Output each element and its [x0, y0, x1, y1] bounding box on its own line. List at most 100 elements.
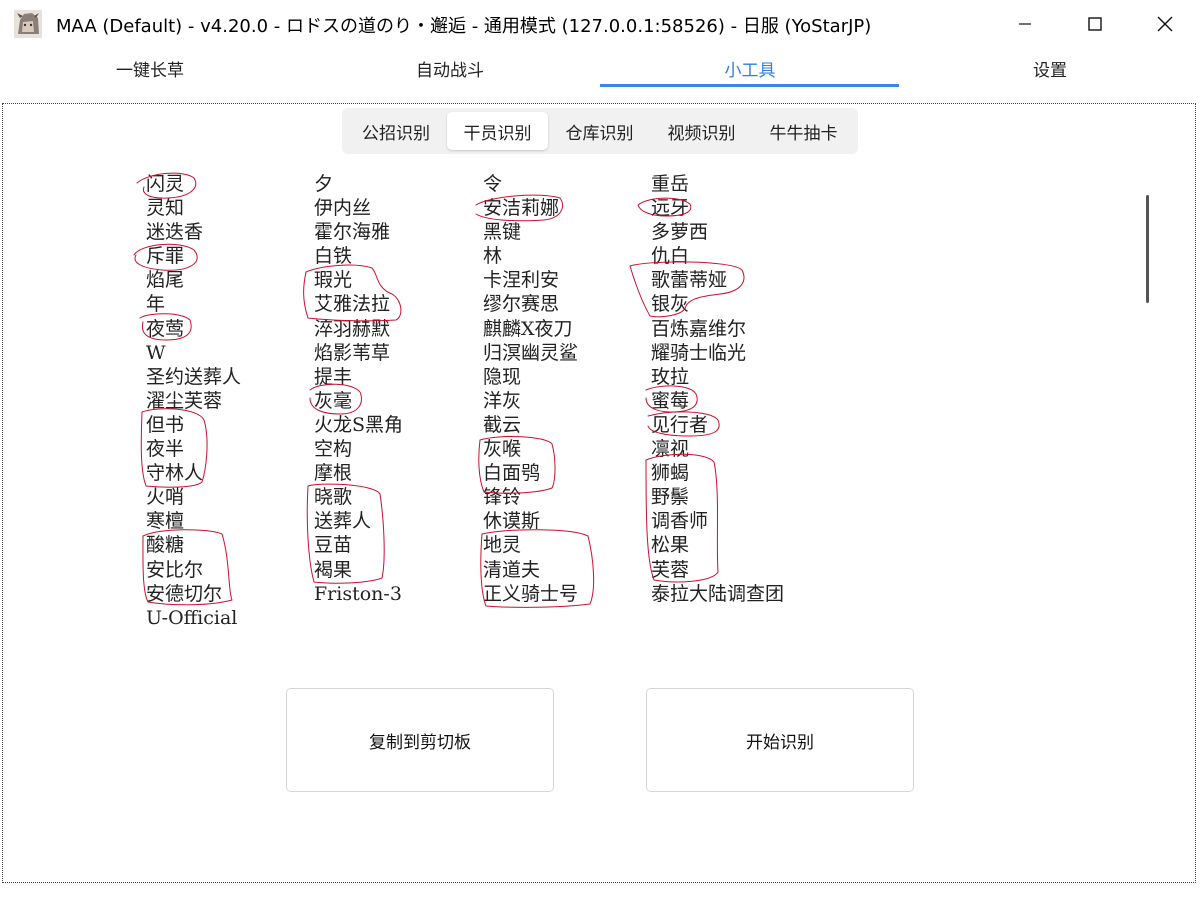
subtab-gacha[interactable]: 牛牛抽卡	[753, 112, 854, 150]
maximize-button[interactable]	[1060, 0, 1130, 48]
operator-column-1: 闪灵 灵知 迷迭香 斥罪 焰尾 年 夜莺 W 圣约送葬人 濯尘芙蓉 但书 夜半 …	[146, 172, 241, 630]
operator-name: 火龙S黑角	[314, 413, 404, 436]
tab-auto-battle[interactable]: 自动战斗	[300, 48, 600, 88]
operator-name: 斥罪	[146, 245, 185, 268]
operator-name: 安德切尔	[146, 582, 223, 605]
operator-name: 隐现	[483, 365, 522, 388]
operator-name: 黑键	[483, 221, 522, 244]
operator-name: 安比尔	[146, 558, 204, 581]
operator-name: 酸糖	[146, 534, 185, 557]
active-tab-indicator	[600, 84, 899, 87]
operator-name: 年	[146, 293, 166, 316]
operator-name: 归溟幽灵鲨	[483, 341, 579, 364]
operator-name: 重岳	[651, 173, 690, 195]
operator-name: 闪灵	[146, 173, 185, 195]
operator-name: 蜜莓	[651, 389, 690, 412]
operator-name: Friston-3	[314, 582, 402, 605]
operator-name: 火哨	[146, 486, 185, 509]
operator-name: 截云	[483, 413, 522, 436]
operator-name: 林	[483, 245, 503, 268]
operator-name: 瑕光	[314, 269, 353, 292]
operator-name: 濯尘芙蓉	[146, 389, 223, 412]
operator-name: 仇白	[651, 245, 690, 268]
operator-name: 晓歌	[314, 486, 353, 509]
operator-name: 缪尔赛思	[483, 293, 560, 316]
operator-column-2: 夕 伊内丝 霍尔海雅 白铁 瑕光 艾雅法拉 淬羽赫默 焰影苇草 提丰 灰毫 火龙…	[314, 172, 403, 606]
operator-name: 白铁	[314, 245, 353, 268]
tab-settings[interactable]: 设置	[900, 48, 1200, 88]
operator-name: 玫拉	[651, 365, 690, 388]
copy-to-clipboard-button[interactable]: 复制到剪切板	[286, 688, 554, 792]
operator-name: W	[146, 341, 166, 364]
start-recognition-button[interactable]: 开始识别	[646, 688, 914, 792]
operator-name: 夜莺	[146, 317, 185, 340]
subtab-video[interactable]: 视频识别	[651, 112, 752, 150]
operator-name: 锋铃	[483, 486, 522, 509]
operator-name: 狮蝎	[651, 462, 690, 485]
operator-name: 夜半	[146, 438, 185, 461]
operator-name: 凛视	[651, 438, 690, 461]
operator-name: 迷迭香	[146, 221, 204, 244]
operator-name: 霍尔海雅	[314, 221, 391, 244]
operator-name: 调香师	[651, 510, 709, 533]
operator-name: 正义骑士号	[483, 582, 579, 605]
operator-name: 麒麟X夜刀	[483, 317, 573, 340]
window-title: MAA (Default) - v4.20.0 - ロドスの道のり・邂逅 - 通…	[56, 16, 872, 37]
minimize-icon	[1019, 23, 1031, 25]
operator-name: 空构	[314, 438, 353, 461]
operator-name: U-Official	[146, 606, 238, 629]
operator-name: 令	[483, 173, 503, 195]
operator-name: 摩根	[314, 462, 353, 485]
minimize-button[interactable]	[990, 0, 1060, 48]
operator-name: 但书	[146, 413, 185, 436]
operator-name: 歌蕾蒂娅	[651, 269, 728, 292]
subtab-operator[interactable]: 干员识别	[447, 112, 548, 150]
operator-name: 远牙	[651, 197, 690, 220]
operator-name: 提丰	[314, 365, 353, 388]
operator-name: 守林人	[146, 462, 204, 485]
subtab-depot[interactable]: 仓库识别	[549, 112, 650, 150]
operator-name: 寒檀	[146, 510, 185, 533]
operator-name: 松果	[651, 534, 690, 557]
operator-name: 褐果	[314, 558, 353, 581]
operator-name: 焰影苇草	[314, 341, 391, 364]
title-bar: MAA (Default) - v4.20.0 - ロドスの道のり・邂逅 - 通…	[0, 0, 1200, 48]
operator-name: 泰拉大陆调查团	[651, 582, 785, 605]
operator-name: 地灵	[483, 534, 522, 557]
operator-name: 淬羽赫默	[314, 317, 391, 340]
tab-tools[interactable]: 小工具	[600, 48, 900, 88]
maximize-icon	[1088, 17, 1102, 31]
operator-name: 豆苗	[314, 534, 353, 557]
subtab-recruit[interactable]: 公招识别	[346, 112, 446, 150]
operator-name: 送葬人	[314, 510, 372, 533]
tool-subtabs: 公招识别 干员识别 仓库识别 视频识别 牛牛抽卡	[342, 108, 858, 154]
operator-name: 白面鸮	[483, 462, 541, 485]
operator-column-3: 令 安洁莉娜 黑键 林 卡涅利安 缪尔赛思 麒麟X夜刀 归溟幽灵鲨 隐现 洋灰 …	[483, 172, 578, 606]
operator-name: 灵知	[146, 197, 185, 220]
tab-farming[interactable]: 一键长草	[0, 48, 300, 88]
operator-name: 焰尾	[146, 269, 185, 292]
operator-name: 灰喉	[483, 438, 522, 461]
window-bottom-edge	[0, 896, 1200, 900]
operator-name: 休谟斯	[483, 510, 541, 533]
scrollbar-thumb[interactable]	[1146, 195, 1149, 303]
operator-name: 多萝西	[651, 221, 709, 244]
operator-name: 百炼嘉维尔	[651, 317, 747, 340]
operator-name: 见行者	[651, 413, 709, 436]
operator-name: 卡涅利安	[483, 269, 560, 292]
close-icon	[1157, 16, 1173, 32]
operator-name: 野鬃	[651, 486, 690, 509]
operator-name: 夕	[314, 173, 334, 195]
operator-name: 灰毫	[314, 389, 353, 412]
operator-name: 伊内丝	[314, 197, 372, 220]
operator-name: 艾雅法拉	[314, 293, 391, 316]
operator-name: 芙蓉	[651, 558, 690, 581]
close-button[interactable]	[1130, 0, 1200, 48]
operator-column-4: 重岳 远牙 多萝西 仇白 歌蕾蒂娅 银灰 百炼嘉维尔 耀骑士临光 玫拉 蜜莓 见…	[651, 172, 784, 606]
operator-name: 洋灰	[483, 389, 522, 412]
app-icon	[14, 10, 42, 38]
operator-name: 银灰	[651, 293, 690, 316]
operator-name: 清道夫	[483, 558, 541, 581]
operator-name: 安洁莉娜	[483, 197, 560, 220]
operator-name: 圣约送葬人	[146, 365, 242, 388]
